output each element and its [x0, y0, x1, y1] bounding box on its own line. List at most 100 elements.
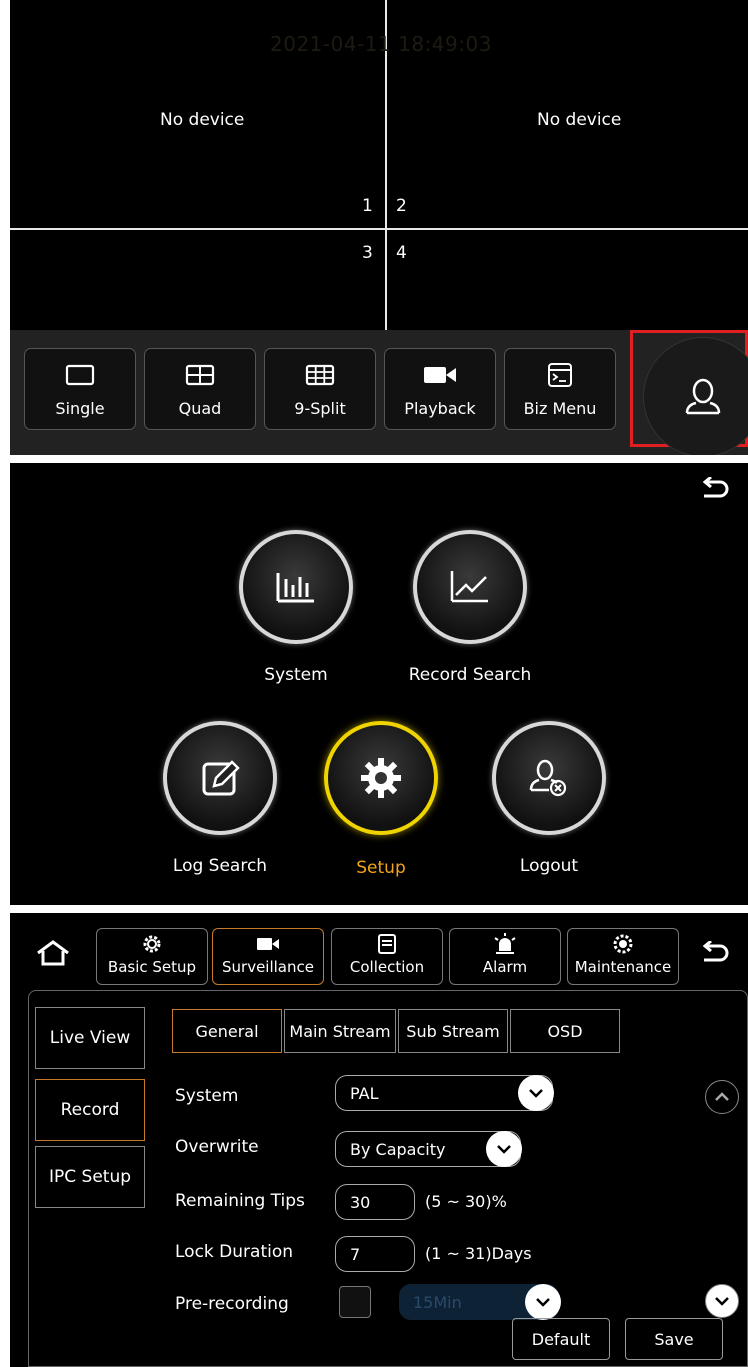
chevron-down-icon: [715, 1297, 729, 1306]
channel-4-number: 4: [396, 243, 407, 263]
home-icon[interactable]: [36, 939, 70, 971]
scroll-up-button[interactable]: [705, 1080, 739, 1114]
tab-collection-label: Collection: [349, 958, 425, 976]
sidebar-item-ipc-setup[interactable]: IPC Setup: [35, 1146, 145, 1208]
tab-maintenance-label: Maintenance: [574, 958, 672, 976]
grid-divider-horizontal: [10, 228, 748, 230]
record-search-button[interactable]: [413, 530, 527, 644]
setup-label: Setup: [356, 858, 406, 878]
lock-duration-label: Lock Duration: [175, 1242, 294, 1262]
scroll-down-button[interactable]: [705, 1284, 739, 1318]
quad-view-icon: [185, 361, 215, 389]
remaining-tips-input[interactable]: 30: [335, 1184, 415, 1220]
tab-surveillance[interactable]: Surveillance: [212, 928, 324, 985]
chevron-down-icon[interactable]: [486, 1131, 522, 1167]
channel-1-status: No device: [160, 110, 245, 130]
terminal-icon: [547, 361, 573, 389]
user-icon: [685, 378, 721, 415]
setup-top-bar: Basic Setup Surveillance Collection Alar…: [10, 913, 748, 989]
gear-icon: [142, 932, 162, 956]
video-camera-icon: [256, 932, 280, 956]
user-menu-button[interactable]: [643, 337, 748, 455]
logout-user-icon: [529, 759, 567, 797]
system-select[interactable]: PAL: [335, 1075, 554, 1111]
main-menu-panel: System Record Search Log Search Setup Lo…: [10, 463, 748, 905]
subtab-osd[interactable]: OSD: [510, 1009, 620, 1053]
overwrite-field-label: Overwrite: [175, 1137, 259, 1157]
chevron-down-icon[interactable]: [518, 1075, 554, 1111]
sidebar-item-live-view[interactable]: Live View: [35, 1007, 145, 1069]
chevron-down-icon[interactable]: [525, 1284, 561, 1320]
lock-duration-range: (1 ~ 31)Days: [425, 1244, 532, 1263]
gear-icon: [361, 758, 401, 798]
back-icon[interactable]: [700, 475, 730, 507]
chevron-up-icon: [715, 1092, 729, 1101]
biz-menu-label: Biz Menu: [523, 399, 597, 418]
sidebar-item-record[interactable]: Record: [35, 1079, 145, 1141]
quad-label: Quad: [178, 399, 222, 418]
document-icon: [377, 932, 397, 956]
tab-alarm[interactable]: Alarm: [449, 928, 561, 985]
back-icon[interactable]: [700, 939, 730, 971]
sidebar-item-ipc-setup-label: IPC Setup: [48, 1167, 132, 1187]
system-field-label: System: [175, 1086, 239, 1106]
channel-2-status: No device: [537, 110, 622, 130]
system-button[interactable]: [239, 530, 353, 644]
tab-basic-setup-label: Basic Setup: [107, 958, 197, 976]
playback-label: Playback: [404, 399, 476, 418]
remaining-tips-label: Remaining Tips: [175, 1191, 305, 1211]
subtab-main-stream-label: Main Stream: [289, 1021, 391, 1041]
subtab-sub-stream[interactable]: Sub Stream: [398, 1009, 508, 1053]
gears-icon: [612, 932, 634, 956]
nine-split-button[interactable]: 9-Split: [264, 348, 376, 430]
live-view-panel: 2021-04-11 18:49:03 No device No device …: [10, 0, 748, 455]
single-label: Single: [55, 399, 105, 418]
channel-3-number: 3: [362, 243, 373, 263]
single-button[interactable]: Single: [24, 348, 136, 430]
save-button[interactable]: Save: [625, 1318, 723, 1360]
prerecording-label: Pre-recording: [175, 1294, 289, 1314]
nine-split-icon: [305, 361, 335, 389]
prerecording-checkbox[interactable]: [339, 1286, 371, 1318]
sidebar-item-live-view-label: Live View: [49, 1028, 131, 1048]
playback-button[interactable]: Playback: [384, 348, 496, 430]
tab-maintenance[interactable]: Maintenance: [567, 928, 679, 985]
record-search-label: Record Search: [408, 665, 532, 685]
default-button[interactable]: Default: [512, 1318, 610, 1360]
tab-collection[interactable]: Collection: [331, 928, 443, 985]
system-label: System: [264, 665, 328, 685]
overwrite-select-value: By Capacity: [350, 1139, 446, 1159]
tab-surveillance-label: Surveillance: [222, 958, 314, 976]
lock-duration-input[interactable]: 7: [335, 1236, 415, 1272]
sidebar-item-record-label: Record: [60, 1100, 120, 1120]
overwrite-select[interactable]: By Capacity: [335, 1131, 522, 1167]
setup-button[interactable]: [324, 721, 438, 835]
subtab-general-label: General: [195, 1021, 259, 1041]
biz-menu-button[interactable]: Biz Menu: [504, 348, 616, 430]
subtab-osd-label: OSD: [547, 1021, 583, 1041]
record-settings-content: Live View Record IPC Setup General Main …: [28, 990, 748, 1367]
tab-basic-setup[interactable]: Basic Setup: [96, 928, 208, 985]
remaining-tips-range: (5 ~ 30)%: [425, 1192, 507, 1211]
channel-1-number: 1: [362, 196, 373, 216]
edit-icon: [202, 760, 240, 796]
timestamp: 2021-04-11 18:49:03: [270, 32, 492, 56]
subtab-main-stream[interactable]: Main Stream: [284, 1009, 396, 1053]
subtab-sub-stream-label: Sub Stream: [406, 1021, 500, 1041]
tab-alarm-label: Alarm: [482, 958, 528, 976]
line-chart-icon: [450, 571, 488, 603]
channel-2-number: 2: [396, 196, 407, 216]
bar-chart-icon: [276, 573, 314, 603]
setup-panel: Basic Setup Surveillance Collection Alar…: [10, 913, 748, 1367]
video-camera-icon: [423, 361, 457, 389]
subtab-general[interactable]: General: [172, 1009, 282, 1053]
quad-button[interactable]: Quad: [144, 348, 256, 430]
log-search-button[interactable]: [163, 721, 277, 835]
log-search-label: Log Search: [172, 856, 268, 876]
logout-button[interactable]: [492, 721, 606, 835]
single-view-icon: [65, 361, 95, 389]
prerecording-select[interactable]: 15Min: [399, 1284, 561, 1320]
nine-split-label: 9-Split: [294, 399, 346, 418]
prerecording-select-value: 15Min: [413, 1292, 462, 1312]
system-select-value: PAL: [350, 1083, 379, 1103]
